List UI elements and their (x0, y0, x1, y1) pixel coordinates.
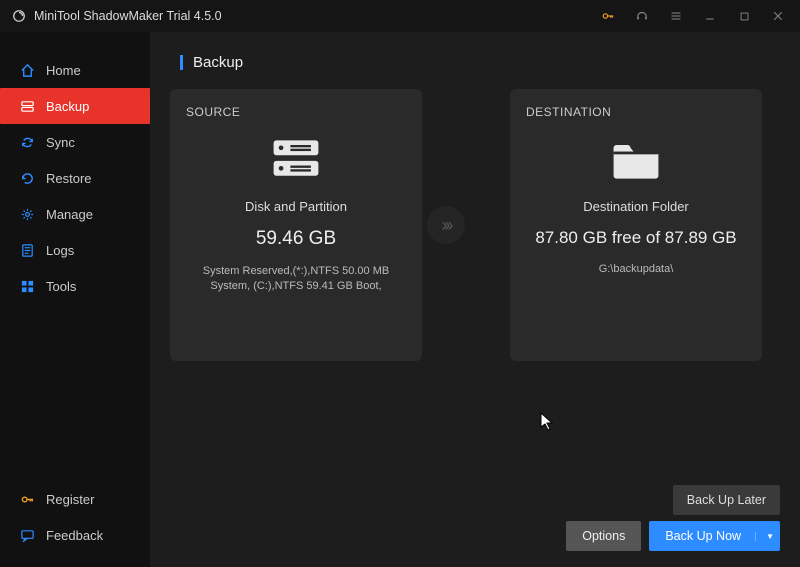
menu-icon[interactable] (666, 6, 686, 26)
source-heading: SOURCE (186, 105, 240, 119)
chevrons-right-icon: ››› (427, 206, 465, 244)
sidebar-item-logs[interactable]: Logs (0, 232, 150, 268)
headset-icon[interactable] (632, 6, 652, 26)
destination-panel[interactable]: DESTINATION Destination Folder 87.80 GB … (510, 89, 762, 361)
main-content: Backup SOURCE (150, 32, 800, 567)
tools-icon (18, 277, 36, 295)
source-title: Disk and Partition (245, 199, 347, 214)
home-icon (18, 61, 36, 79)
logs-icon (18, 241, 36, 259)
key-icon[interactable] (598, 6, 618, 26)
disk-icon (266, 133, 326, 185)
folder-icon (606, 133, 666, 185)
sidebar-item-tools[interactable]: Tools (0, 268, 150, 304)
arrow-separator: ››› (422, 206, 470, 244)
sync-icon (18, 133, 36, 151)
sidebar-item-feedback[interactable]: Feedback (0, 517, 150, 553)
sidebar-item-sync[interactable]: Sync (0, 124, 150, 160)
destination-title: Destination Folder (583, 199, 689, 214)
titlebar: MiniTool ShadowMaker Trial 4.5.0 (0, 0, 800, 32)
chevron-down-icon[interactable]: ▼ (755, 532, 774, 541)
sidebar-item-manage[interactable]: Manage (0, 196, 150, 232)
sidebar-item-label: Home (46, 63, 81, 78)
page-title: Backup (180, 54, 780, 71)
sidebar-item-label: Register (46, 492, 94, 507)
sidebar-item-label: Manage (46, 207, 93, 222)
sidebar-item-register[interactable]: Register (0, 481, 150, 517)
source-panel[interactable]: SOURCE Disk and Partit (170, 89, 422, 361)
restore-icon (18, 169, 36, 187)
mouse-cursor-icon (540, 412, 556, 432)
sidebar-item-label: Backup (46, 99, 89, 114)
back-up-later-button[interactable]: Back Up Later (673, 485, 780, 515)
feedback-icon (18, 526, 36, 544)
options-button[interactable]: Options (566, 521, 641, 551)
destination-heading: DESTINATION (526, 105, 611, 119)
manage-icon (18, 205, 36, 223)
source-detail: System Reserved,(*:),NTFS 50.00 MB Syste… (186, 264, 406, 295)
destination-size: 87.80 GB free of 87.89 GB (535, 228, 736, 248)
destination-detail: G:\backupdata\ (599, 262, 674, 277)
source-size: 59.46 GB (256, 228, 336, 250)
app-title: MiniTool ShadowMaker Trial 4.5.0 (34, 9, 222, 23)
close-icon[interactable] (768, 6, 788, 26)
back-up-now-button[interactable]: Back Up Now ▼ (649, 521, 780, 551)
sidebar-item-backup[interactable]: Backup (0, 88, 150, 124)
backup-icon (18, 97, 36, 115)
sidebar-item-label: Sync (46, 135, 75, 150)
sidebar-item-home[interactable]: Home (0, 52, 150, 88)
sidebar: Home Backup Sync Restore Manage Logs (0, 32, 150, 567)
key-icon (18, 490, 36, 508)
sidebar-item-label: Restore (46, 171, 92, 186)
sidebar-item-label: Logs (46, 243, 74, 258)
minimize-icon[interactable] (700, 6, 720, 26)
maximize-icon[interactable] (734, 6, 754, 26)
sidebar-item-label: Tools (46, 279, 76, 294)
app-logo-icon (12, 9, 26, 23)
sidebar-item-restore[interactable]: Restore (0, 160, 150, 196)
sidebar-item-label: Feedback (46, 528, 103, 543)
